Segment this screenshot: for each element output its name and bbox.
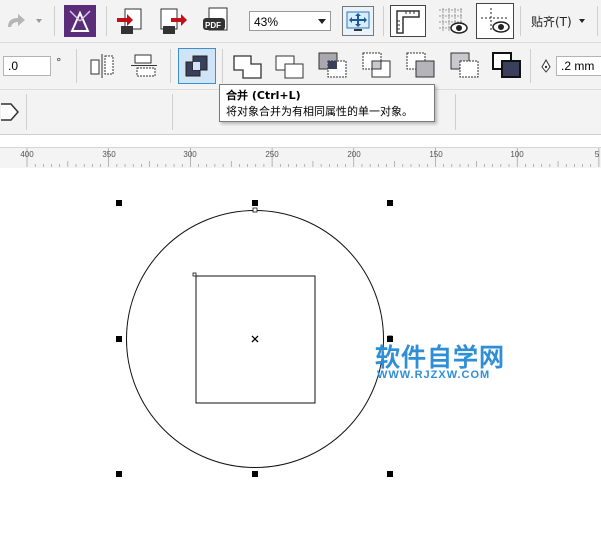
show-rulers-button[interactable] — [390, 5, 426, 37]
combine-tooltip: 合并 (Ctrl+L) 将对象合并为有相同属性的单一对象。 — [219, 84, 435, 122]
front-minus-back-button[interactable] — [402, 49, 440, 83]
full-screen-preview-button[interactable] — [342, 6, 374, 36]
guidelines-eye-icon — [481, 8, 510, 33]
simplify-icon — [362, 52, 391, 78]
horizontal-ruler[interactable]: 400 350 300 250 200 150 100 5 — [0, 147, 601, 169]
trim-icon — [275, 55, 304, 79]
ruler-label: 100 — [510, 150, 524, 159]
standard-toolbar: PDF 43% 贴齐(T) — [0, 0, 601, 43]
grid-eye-icon — [439, 8, 468, 34]
outline-pen-icon — [540, 58, 552, 77]
chevron-down-icon — [318, 19, 326, 24]
back-minus-front-button[interactable] — [446, 49, 484, 83]
ruler-label: 350 — [102, 150, 116, 159]
tooltip-description: 将对象合并为有相同属性的单一对象。 — [226, 105, 413, 118]
rotation-angle-value: .0 — [8, 59, 19, 73]
angle-unit-label: ° — [56, 56, 62, 69]
polygon-tool-button[interactable] — [0, 98, 22, 126]
watermark-url: WWW.RJZXW.COM — [377, 369, 491, 381]
mirror-vertical-icon — [131, 54, 157, 77]
publish-pdf-button[interactable]: PDF — [200, 5, 236, 37]
hexagon-icon — [1, 103, 19, 121]
application-launcher-button[interactable] — [64, 5, 96, 37]
snap-to-menu[interactable]: 贴齐(T) — [531, 13, 572, 30]
ruler-label: 300 — [183, 150, 197, 159]
zoom-level-select[interactable]: 43% — [249, 11, 331, 31]
show-guidelines-button[interactable] — [476, 3, 514, 39]
outline-width-value: .2 mm — [561, 59, 595, 73]
export-icon — [160, 8, 187, 34]
snap-dropdown-icon[interactable] — [579, 19, 585, 23]
mirror-horizontal-button[interactable] — [86, 51, 118, 81]
pdf-icon: PDF — [203, 7, 228, 31]
ruler-label: 250 — [265, 150, 279, 159]
svg-text:PDF: PDF — [205, 21, 221, 30]
import-button[interactable] — [114, 5, 148, 37]
export-button[interactable] — [156, 5, 190, 37]
redo-dropdown-icon[interactable] — [36, 19, 42, 23]
zoom-level-value: 43% — [254, 15, 279, 29]
drawing-canvas[interactable] — [0, 168, 601, 538]
show-grid-button[interactable] — [434, 5, 470, 37]
mirror-icon — [90, 54, 114, 78]
intersect-button[interactable] — [314, 49, 352, 83]
create-boundary-button[interactable] — [488, 49, 526, 83]
ruler-label: 400 — [20, 150, 34, 159]
combine-icon — [185, 55, 208, 77]
mirror-vertical-button[interactable] — [128, 51, 160, 81]
tooltip-title: 合并 (Ctrl+L) — [226, 89, 301, 102]
property-bar: .0 ° .2 mm — [0, 43, 601, 90]
redo-button[interactable] — [4, 10, 28, 32]
ruler-label: 150 — [429, 150, 443, 159]
trim-button[interactable] — [272, 51, 308, 83]
ruler-label: 5 — [594, 150, 600, 159]
rotation-angle-input[interactable]: .0 — [3, 56, 51, 76]
move-arrows-icon — [346, 11, 370, 31]
outline-width-input[interactable]: .2 mm — [556, 56, 601, 76]
ruler-icon — [396, 10, 420, 34]
weld-button[interactable] — [230, 51, 266, 83]
boundary-icon — [492, 52, 521, 78]
redo-icon — [8, 14, 25, 27]
simplify-button[interactable] — [358, 49, 396, 83]
ruler-label: 200 — [347, 150, 361, 159]
intersect-icon — [318, 52, 347, 78]
front-minus-back-icon — [406, 52, 435, 78]
weld-icon — [233, 55, 262, 79]
app-logo-icon — [69, 10, 91, 32]
combine-button[interactable] — [178, 48, 216, 84]
back-minus-front-icon — [450, 52, 479, 78]
import-icon — [117, 8, 142, 34]
